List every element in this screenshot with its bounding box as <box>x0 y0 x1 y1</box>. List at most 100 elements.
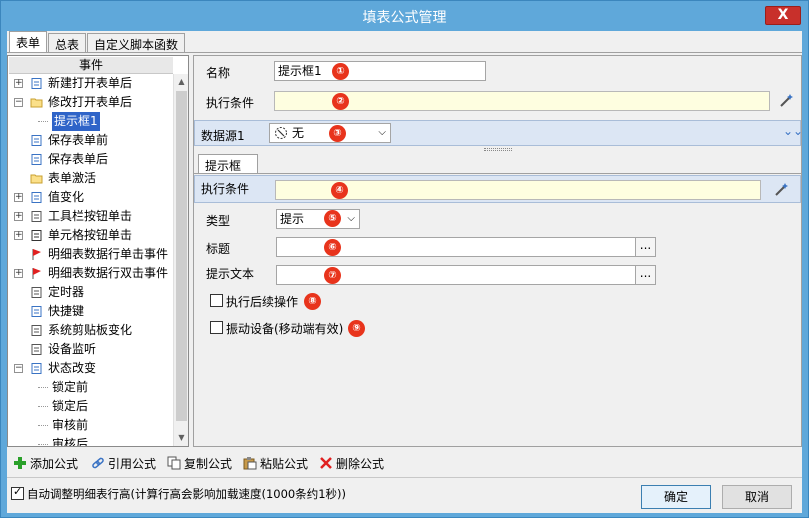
paste-formula-label: 粘贴公式 <box>260 457 309 471</box>
tab-summary[interactable]: 总表 <box>48 33 87 53</box>
tab-prompt-box[interactable]: 提示框 <box>198 154 258 174</box>
tree-node-label: 工具栏按钮单击 <box>48 209 133 223</box>
tree-connector <box>38 406 48 407</box>
dialog-body: 表单 总表 自定义脚本函数 事件 + 新建打开表单后 − 修改打开表单后 提示框1 保存表… <box>7 31 803 513</box>
type-select[interactable]: 提示 ⌵ <box>276 209 360 229</box>
no-source-icon <box>275 127 287 139</box>
timer-icon <box>30 286 43 299</box>
marker-9: ⑨ <box>348 320 365 337</box>
type-value: 提示 <box>280 212 305 226</box>
marker-1: ① <box>332 63 349 80</box>
plus-icon <box>14 457 26 469</box>
reference-formula-button[interactable]: 引用公式 <box>91 456 156 472</box>
paste-formula-button[interactable]: 粘贴公式 <box>243 456 308 472</box>
tree-node-label: 锁定前 <box>52 380 89 394</box>
tree-node-label: 系统剪贴板变化 <box>48 323 133 337</box>
copy-icon <box>167 456 181 470</box>
tree-node-label: 设备监听 <box>48 342 97 356</box>
expand-icon[interactable]: + <box>14 231 23 240</box>
tree-node-label: 明细表数据行双击事件 <box>48 266 169 280</box>
auto-adjust-checkbox[interactable]: ✓ <box>11 485 24 500</box>
folder-icon <box>30 172 43 185</box>
collapse-icon[interactable]: − <box>14 364 23 373</box>
formula-toolbar: 添加公式 引用公式 复制公式 粘贴公式 删除公式 <box>7 452 802 476</box>
close-button[interactable]: X <box>765 6 801 25</box>
folder-open-icon <box>30 96 43 109</box>
cell-button-icon <box>30 229 43 242</box>
title-browse-button[interactable]: ... <box>635 238 655 256</box>
name-field[interactable]: 提示框1 <box>274 61 486 81</box>
tree-connector <box>38 387 48 388</box>
subtab-divider <box>194 173 801 174</box>
new-form-icon <box>30 77 43 90</box>
expand-icon[interactable]: + <box>14 193 23 202</box>
scroll-up-icon[interactable]: ▲ <box>174 74 189 90</box>
tab-custom-script[interactable]: 自定义脚本函数 <box>87 33 186 53</box>
marker-3: ③ <box>329 125 346 142</box>
marker-7: ⑦ <box>324 267 341 284</box>
chevron-down-icon: ⌵ <box>347 213 355 224</box>
splitter-grip[interactable] <box>484 148 512 151</box>
expand-down-icon[interactable]: ⌄⌄ <box>783 124 803 138</box>
tree-scrollbar[interactable]: ▲ ▼ <box>173 74 188 446</box>
collapse-icon[interactable]: − <box>14 98 23 107</box>
expand-icon[interactable]: + <box>14 212 23 221</box>
marker-6: ⑥ <box>324 239 341 256</box>
copy-formula-button[interactable]: 复制公式 <box>167 456 232 472</box>
check-mark-icon: ✓ <box>13 485 23 498</box>
add-formula-button[interactable]: 添加公式 <box>13 456 78 472</box>
delete-formula-label: 删除公式 <box>336 457 385 471</box>
event-tree-header: 事件 <box>9 57 173 74</box>
tree-node-label: 单元格按钮单击 <box>48 228 133 242</box>
tree-node-label: 表单激活 <box>48 171 97 185</box>
title-bar[interactable]: 填表公式管理 X <box>1 1 808 31</box>
auto-adjust-label[interactable]: 自动调整明细表行高(计算行高会影响加载速度(1000条约1秒)) <box>27 486 346 502</box>
datasource-label: 数据源1 <box>201 129 245 143</box>
condition-label: 执行条件 <box>206 96 255 110</box>
type-label: 类型 <box>206 214 231 228</box>
tree-node-label: 修改打开表单后 <box>48 95 133 109</box>
tree-node-label: 保存表单后 <box>48 152 109 166</box>
continue-checkbox[interactable] <box>210 294 223 307</box>
delete-x-icon <box>320 457 332 469</box>
expand-icon[interactable]: + <box>14 79 23 88</box>
cancel-button[interactable]: 取消 <box>722 485 792 509</box>
tree-node-label: 状态改变 <box>48 361 97 375</box>
tree-connector <box>38 444 48 445</box>
tree-node-label-selected: 提示框1 <box>52 112 100 131</box>
window-title: 填表公式管理 <box>362 10 447 26</box>
scissors-icon <box>30 324 43 337</box>
magic-wand-icon[interactable] <box>778 93 794 109</box>
add-formula-label: 添加公式 <box>30 457 79 471</box>
sub-condition-label: 执行条件 <box>201 182 250 196</box>
tree-node-label: 锁定后 <box>52 399 89 413</box>
formula-editor-panel: 名称 提示框1 ① 执行条件 ② 数据源1 无 ⌵ ③ ⌄⌄ 提示框 执行条件 … <box>193 55 803 447</box>
marker-8: ⑧ <box>304 293 321 310</box>
datasource-band: 数据源1 无 ⌵ ③ ⌄⌄ <box>194 120 803 146</box>
scroll-thumb[interactable] <box>176 91 187 421</box>
toolbar-click-icon <box>30 210 43 223</box>
value-change-icon <box>30 191 43 204</box>
marker-2: ② <box>332 93 349 110</box>
tree-connector <box>38 425 48 426</box>
tree-node-label: 定时器 <box>48 285 85 299</box>
prompt-browse-button[interactable]: ... <box>635 266 655 284</box>
name-label: 名称 <box>206 66 231 80</box>
save-before-icon <box>30 134 43 147</box>
expand-icon[interactable]: + <box>14 269 23 278</box>
tab-form[interactable]: 表单 <box>9 31 48 53</box>
event-tree: + 新建打开表单后 − 修改打开表单后 提示框1 保存表单前 保存表单后 表单激活 + 值变化 + 工… <box>8 74 174 446</box>
scroll-down-icon[interactable]: ▼ <box>174 430 189 446</box>
continue-label[interactable]: 执行后续操作 <box>226 293 298 310</box>
tree-connector <box>38 121 48 122</box>
magic-wand-icon[interactable] <box>773 182 789 198</box>
tree-node-label: 审核后 <box>52 437 89 446</box>
vibrate-checkbox[interactable] <box>210 321 223 334</box>
tree-node-label: 明细表数据行单击事件 <box>48 247 169 261</box>
delete-formula-button[interactable]: 删除公式 <box>319 456 384 472</box>
ok-button[interactable]: 确定 <box>641 485 711 509</box>
vibrate-label[interactable]: 振动设备(移动端有效) <box>226 320 343 337</box>
sub-condition-band: 执行条件 ④ <box>194 175 801 203</box>
prompt-text-label: 提示文本 <box>206 267 255 281</box>
tree-node-label: 新建打开表单后 <box>48 76 133 90</box>
